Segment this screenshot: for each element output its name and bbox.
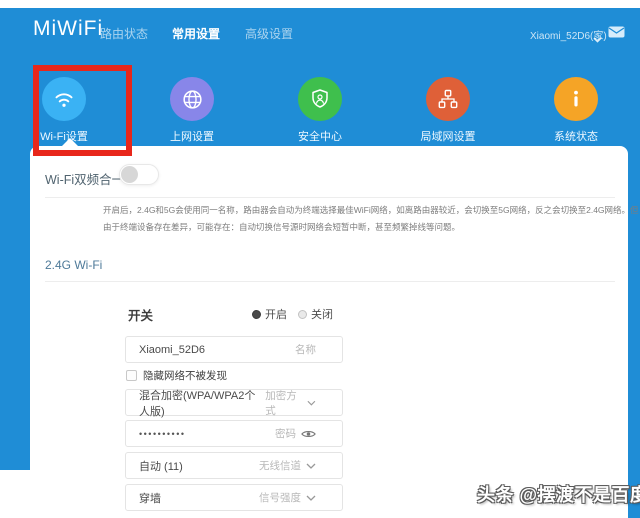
globe-icon [170,77,214,121]
annotation-highlight-box [33,65,132,156]
info-icon [554,77,598,121]
settings-panel: Wi-Fi双频合一 开启后，2.4G和5G会使用同一名称，路由器会自动为终端选择… [30,146,628,518]
hide-network-label: 隐藏网络不被发现 [143,368,227,383]
dual-band-label: Wi-Fi双频合一 [45,169,124,188]
signal-strength-label: 信号强度 [259,490,301,505]
quicknav-item-security-center[interactable]: 安全中心 [256,77,384,144]
description-line: 由于终端设备存在差异，可能存在：自动切换信号源时网络会短暂中断，甚至频繁掉线等问… [103,219,639,236]
tab-router-status[interactable]: 路由状态 [100,25,148,42]
quicknav-item-internet-settings[interactable]: 上网设置 [128,77,256,144]
signal-strength-select[interactable]: 穿墙 信号强度 [125,484,343,511]
hide-network-checkbox-row[interactable]: 隐藏网络不被发现 [126,368,227,383]
password-label: 密码 [275,426,296,441]
ssid-name-value: Xiaomi_52D6 [139,344,205,356]
description-line: 开启后，2.4G和5G会使用同一名称，路由器会自动为终端选择最佳WiFi网络，如… [103,202,639,219]
encryption-select[interactable]: 混合加密(WPA/WPA2个人版) 加密方式 [125,389,343,416]
miwifi-logo[interactable]: MiWiFi [33,17,103,41]
ssid-name-placeholder-label: 名称 [295,342,316,357]
wireless-channel-value: 自动 (11) [139,458,183,474]
radio-selected-icon [252,310,261,319]
quicknav-label: 局域网设置 [384,128,512,144]
dual-band-description: 开启后，2.4G和5G会使用同一名称，路由器会自动为终端选择最佳WiFi网络，如… [103,202,639,236]
quicknav-item-system-status[interactable]: 系统状态 [512,77,640,144]
radio-on-label: 开启 [265,306,287,322]
section-title-24g: 2.4G Wi-Fi [45,258,102,272]
divider [45,281,615,282]
wifi-password-value: •••••••••• [139,429,186,439]
tab-advanced-settings[interactable]: 高级设置 [245,25,293,42]
chevron-down-icon [306,463,316,469]
wifi-switch-radios: 开启 关闭 [252,306,333,322]
watermark-text: 头条 @摆渡不是百度 [477,481,640,507]
quicknav-item-lan-settings[interactable]: 局域网设置 [384,77,512,144]
quicknav-label: 系统状态 [512,128,640,144]
lan-icon [426,77,470,121]
ssid-name-input[interactable]: Xiaomi_52D6 名称 [125,336,343,363]
radio-unselected-icon [298,310,307,319]
radio-on[interactable]: 开启 [252,306,287,322]
tab-common-settings[interactable]: 常用设置 [172,25,220,42]
shield-icon [298,77,342,121]
signal-strength-value: 穿墙 [139,490,161,506]
wifi-password-input[interactable]: •••••••••• 密码 [125,420,343,447]
dual-band-toggle[interactable] [119,164,159,185]
toggle-knob [121,166,138,183]
radio-off[interactable]: 关闭 [298,306,333,322]
encryption-label: 加密方式 [265,388,302,418]
switch-label: 开关 [128,305,153,324]
radio-off-label: 关闭 [311,306,333,322]
chevron-down-icon [307,400,316,406]
quicknav-label: 上网设置 [128,128,256,144]
chevron-down-icon [306,495,316,501]
checkbox-icon[interactable] [126,370,137,381]
quicknav-label: 安全中心 [256,128,384,144]
encryption-value: 混合加密(WPA/WPA2个人版) [139,387,265,419]
chevron-down-icon[interactable] [593,30,602,48]
wireless-channel-select[interactable]: 自动 (11) 无线信道 [125,452,343,479]
divider [45,197,615,198]
message-envelope-icon[interactable] [608,25,625,43]
wireless-channel-label: 无线信道 [259,458,301,473]
show-password-eye-icon[interactable] [301,429,316,439]
